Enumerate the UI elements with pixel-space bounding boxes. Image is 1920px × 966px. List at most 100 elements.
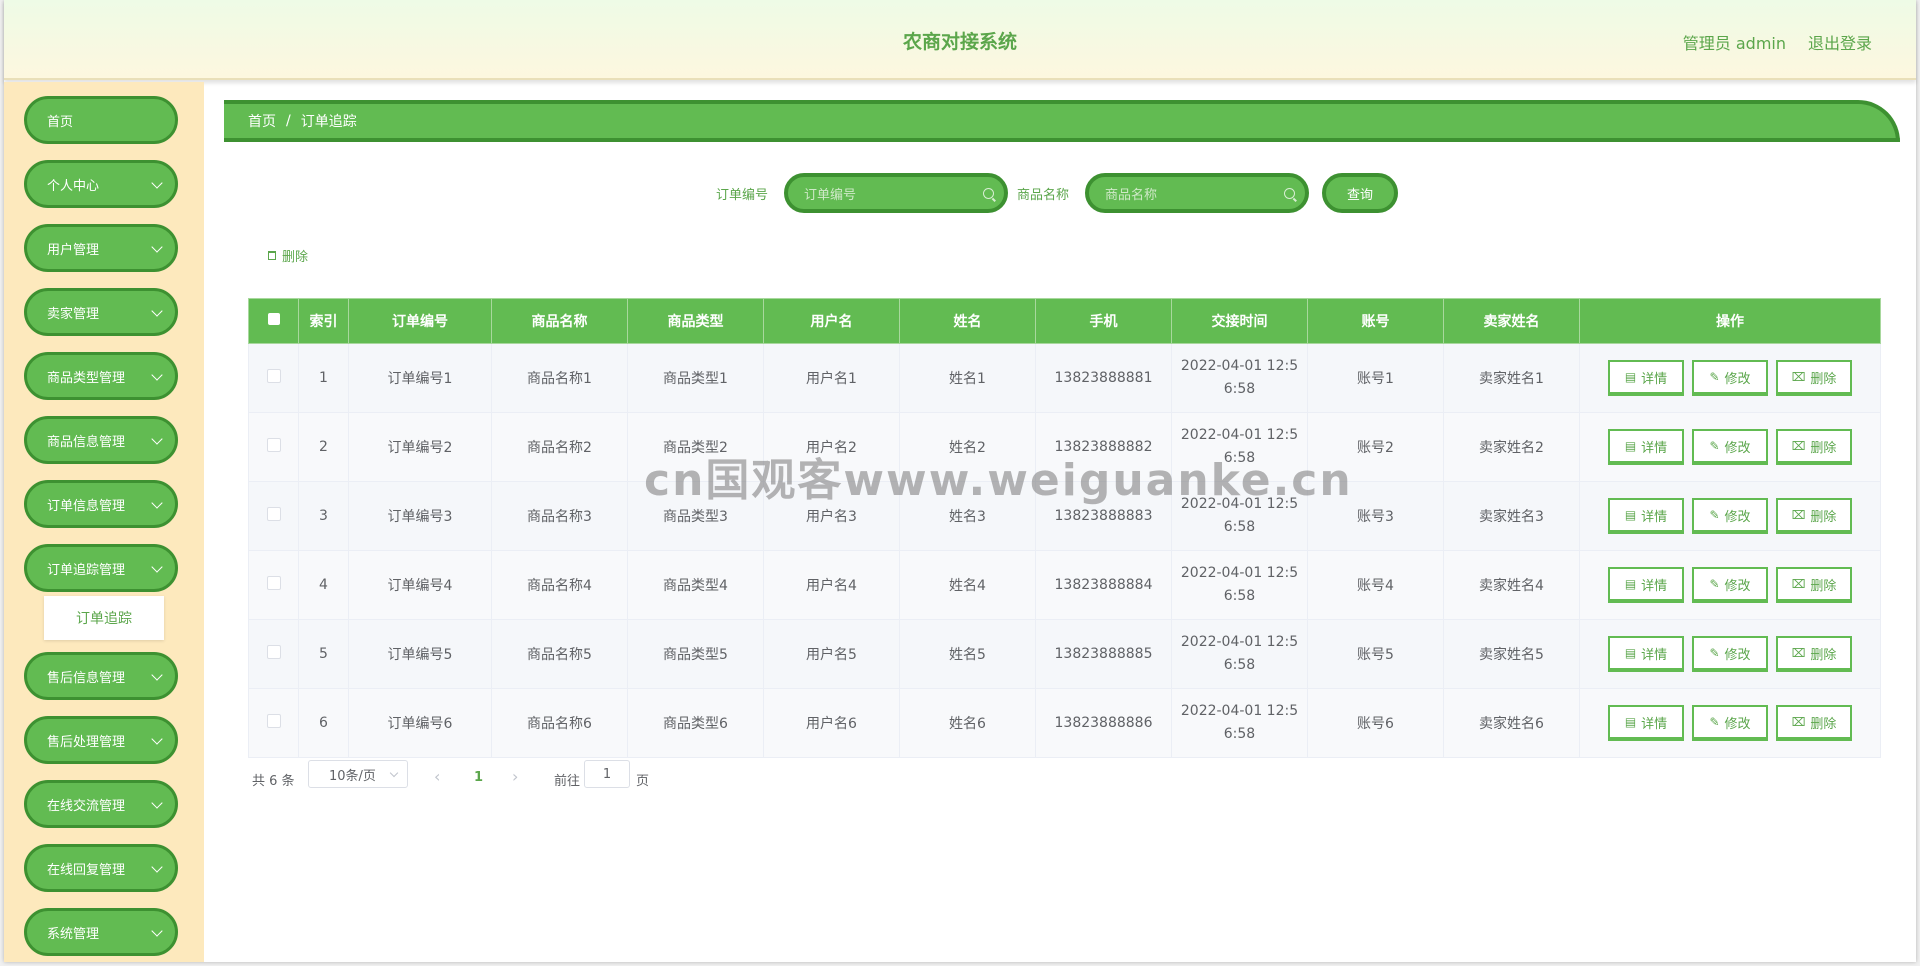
table-row: 2 订单编号2 商品名称2 商品类型2 用户名2 姓名2 13823888882 2022-0…: [248, 412, 1881, 482]
cell-type: 商品类型2: [627, 412, 764, 482]
table-header-row: 索引 订单编号 商品名称 商品类型 用户名 姓名 手机 交接时间 账号 卖家姓名 操作: [248, 298, 1881, 344]
cell-index: 5: [298, 619, 349, 689]
detail-button[interactable]: ▤ 详情: [1608, 636, 1684, 672]
logout-link[interactable]: 退出登录: [1808, 30, 1872, 54]
breadcrumb-separator: /: [286, 113, 291, 129]
column-header: 卖家姓名: [1443, 298, 1580, 344]
table-row: 5 订单编号5 商品名称5 商品类型5 用户名5 姓名5 13823888885 2022-0…: [248, 619, 1881, 689]
time-line-1: 2022-04-01 12:5: [1180, 703, 1299, 719]
cell-index: 4: [298, 550, 349, 620]
detail-label: 详情: [1641, 440, 1668, 456]
row-checkbox[interactable]: [248, 481, 299, 551]
edit-button[interactable]: ✎ 修改: [1692, 498, 1768, 534]
batch-delete-label: 删除: [282, 250, 309, 265]
sidebar-item-label: 售后处理管理: [47, 734, 126, 750]
delete-button[interactable]: ⌧ 删除: [1776, 567, 1852, 603]
delete-button[interactable]: ⌧ 删除: [1776, 429, 1852, 465]
cell-actions: ▤ 详情 ✎ 修改 ⌧ 删除: [1579, 481, 1881, 551]
edit-button[interactable]: ✎ 修改: [1692, 429, 1768, 465]
admin-username: 管理员 admin: [1682, 34, 1786, 53]
trash-icon: ⌧: [1791, 439, 1806, 453]
cell-order_no: 订单编号6: [348, 688, 492, 758]
goto-page-input[interactable]: 1: [584, 760, 630, 788]
page-size-select[interactable]: 10条/页: [308, 760, 408, 788]
sidebar-item-7[interactable]: 订单追踪管理: [24, 544, 178, 592]
trash-icon: ⌧: [1791, 370, 1806, 384]
sidebar-item-3[interactable]: 卖家管理: [24, 288, 178, 336]
cell-type: 商品类型1: [627, 343, 764, 413]
cell-type: 商品类型3: [627, 481, 764, 551]
batch-delete-button[interactable]: 删除: [268, 246, 308, 265]
cell-phone: 13823888885: [1035, 619, 1172, 689]
query-button[interactable]: 查询: [1322, 173, 1398, 213]
edit-label: 修改: [1724, 371, 1751, 387]
time-line-2: 6:58: [1223, 450, 1256, 466]
sidebar-item-4[interactable]: 商品类型管理: [24, 352, 178, 400]
edit-button[interactable]: ✎ 修改: [1692, 360, 1768, 396]
sidebar-item-label: 在线回复管理: [47, 862, 126, 878]
delete-button[interactable]: ⌧ 删除: [1776, 360, 1852, 396]
page-size-value: 10条/页: [329, 768, 376, 784]
time-line-1: 2022-04-01 12:5: [1180, 634, 1299, 650]
document-icon: ▤: [1624, 715, 1637, 729]
cell-phone: 13823888882: [1035, 412, 1172, 482]
edit-button[interactable]: ✎ 修改: [1692, 567, 1768, 603]
row-checkbox[interactable]: [248, 619, 299, 689]
cell-seller: 卖家姓名1: [1443, 343, 1580, 413]
detail-label: 详情: [1641, 647, 1668, 663]
cell-name: 姓名5: [899, 619, 1036, 689]
order-no-search-input[interactable]: 订单编号: [784, 173, 1008, 213]
row-checkbox[interactable]: [248, 343, 299, 413]
sidebar-item-10[interactable]: 在线交流管理: [24, 780, 178, 828]
chevron-down-icon: [151, 369, 163, 381]
cell-username: 用户名2: [763, 412, 900, 482]
next-page-button[interactable]: ›: [512, 767, 518, 786]
select-all-checkbox[interactable]: [248, 298, 299, 344]
cell-product: 商品名称3: [491, 481, 628, 551]
cell-account: 账号1: [1307, 343, 1444, 413]
sidebar-item-2[interactable]: 用户管理: [24, 224, 178, 272]
breadcrumb-home[interactable]: 首页: [248, 111, 276, 131]
prev-page-button[interactable]: ‹: [434, 767, 440, 786]
edit-button[interactable]: ✎ 修改: [1692, 636, 1768, 672]
cell-account: 账号6: [1307, 688, 1444, 758]
sidebar-item-5[interactable]: 商品信息管理: [24, 416, 178, 464]
table-row: 4 订单编号4 商品名称4 商品类型4 用户名4 姓名4 13823888884 2022-0…: [248, 550, 1881, 620]
submenu-item-order-tracking[interactable]: 订单追踪: [44, 596, 164, 640]
detail-button[interactable]: ▤ 详情: [1608, 567, 1684, 603]
cell-product: 商品名称5: [491, 619, 628, 689]
sidebar-item-0[interactable]: 首页: [24, 96, 178, 144]
delete-button[interactable]: ⌧ 删除: [1776, 636, 1852, 672]
column-header: 商品名称: [491, 298, 628, 344]
row-checkbox[interactable]: [248, 688, 299, 758]
sidebar-item-8[interactable]: 售后信息管理: [24, 652, 178, 700]
time-line-2: 6:58: [1223, 588, 1256, 604]
sidebar-item-12[interactable]: 系统管理: [24, 908, 178, 956]
app-frame: 农商对接系统 管理员 admin 退出登录 首页 个人中心 用户管理 卖家管理 商品类型…: [4, 0, 1916, 962]
cell-seller: 卖家姓名4: [1443, 550, 1580, 620]
detail-button[interactable]: ▤ 详情: [1608, 498, 1684, 534]
row-checkbox[interactable]: [248, 550, 299, 620]
order-no-label: 订单编号: [716, 188, 769, 203]
time-line-1: 2022-04-01 12:5: [1180, 496, 1299, 512]
detail-button[interactable]: ▤ 详情: [1608, 360, 1684, 396]
sidebar-item-label: 订单信息管理: [47, 498, 126, 514]
delete-button[interactable]: ⌧ 删除: [1776, 705, 1852, 741]
sidebar-item-9[interactable]: 售后处理管理: [24, 716, 178, 764]
cell-order_no: 订单编号1: [348, 343, 492, 413]
sidebar-item-1[interactable]: 个人中心: [24, 160, 178, 208]
product-name-search-input[interactable]: 商品名称: [1085, 173, 1309, 213]
sidebar-item-label: 商品类型管理: [47, 370, 126, 386]
page-number-current[interactable]: 1: [474, 770, 483, 785]
row-checkbox[interactable]: [248, 412, 299, 482]
delete-button[interactable]: ⌧ 删除: [1776, 498, 1852, 534]
edit-button[interactable]: ✎ 修改: [1692, 705, 1768, 741]
time-line-2: 6:58: [1223, 726, 1256, 742]
sidebar-item-6[interactable]: 订单信息管理: [24, 480, 178, 528]
sidebar-item-label: 在线交流管理: [47, 798, 126, 814]
cell-order_no: 订单编号3: [348, 481, 492, 551]
cell-actions: ▤ 详情 ✎ 修改 ⌧ 删除: [1579, 688, 1881, 758]
sidebar-item-11[interactable]: 在线回复管理: [24, 844, 178, 892]
detail-button[interactable]: ▤ 详情: [1608, 705, 1684, 741]
detail-button[interactable]: ▤ 详情: [1608, 429, 1684, 465]
